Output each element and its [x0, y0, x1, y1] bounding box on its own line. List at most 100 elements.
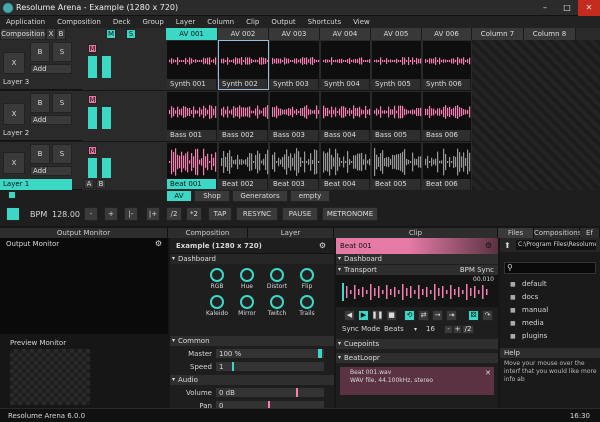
clip-slot[interactable]: Synth 004	[320, 40, 371, 90]
layer-2-m-button[interactable]: M	[88, 95, 97, 104]
deck-tab-shop[interactable]: Shop	[194, 190, 230, 202]
layer-3-add-dropdown[interactable]: Add	[30, 64, 72, 74]
volume-slider[interactable]: 0 dB	[216, 388, 324, 397]
clip-waveform[interactable]: 00.010	[336, 275, 498, 307]
menu-clip[interactable]: Clip	[240, 16, 265, 28]
bpm-half-button[interactable]: /2	[166, 207, 182, 221]
deck-tab-av[interactable]: AV	[166, 190, 192, 202]
jump-icon[interactable]: ↷	[482, 309, 493, 321]
close-window-button[interactable]: ✕	[578, 0, 600, 16]
composition-s-button[interactable]: S	[126, 29, 136, 39]
compositions-tab[interactable]: Compositions	[534, 228, 581, 238]
menu-deck[interactable]: Deck	[107, 16, 137, 28]
folder-item-manual[interactable]: ■ manual	[510, 304, 600, 317]
menu-layer[interactable]: Layer	[170, 16, 202, 28]
beats-value[interactable]: 16	[426, 325, 440, 333]
layer-3-name[interactable]: Layer 3	[3, 78, 29, 86]
folder-item-default[interactable]: ■ default	[510, 278, 600, 291]
menu-view[interactable]: View	[347, 16, 376, 28]
composition-dashboard-header[interactable]: Dashboard	[170, 254, 334, 264]
clip-slot[interactable]: Bass 006	[422, 91, 472, 141]
master-slider[interactable]: 100 %	[216, 349, 324, 358]
menu-application[interactable]: Application	[0, 16, 51, 28]
menu-composition[interactable]: Composition	[51, 16, 107, 28]
clip-slot[interactable]: Synth 001	[166, 40, 218, 90]
resync-button[interactable]: RESYNC	[236, 207, 278, 221]
beats-decrease-button[interactable]: -	[444, 324, 453, 334]
bpm-increase-button[interactable]: +	[104, 207, 118, 221]
files-tab[interactable]: Files	[498, 228, 534, 238]
clip-file-close-icon[interactable]: ✕	[485, 369, 491, 377]
layer-1-a-button[interactable]: A	[84, 179, 94, 189]
column-header-4[interactable]: AV 004	[320, 28, 371, 40]
composition-settings-gear-icon[interactable]: ⚙	[319, 241, 326, 250]
column-header-5[interactable]: AV 005	[371, 28, 422, 40]
play-forward-icon[interactable]: ▶	[358, 309, 369, 321]
clip-slot[interactable]: Synth 002	[218, 40, 269, 90]
menu-column[interactable]: Column	[201, 16, 240, 28]
clip-dashboard-header[interactable]: Dashboard	[336, 254, 498, 264]
clip-slot[interactable]: Bass 005	[371, 91, 422, 141]
clip-slot[interactable]: Beat 001	[166, 142, 218, 190]
column-header-8[interactable]: Column 8	[524, 28, 576, 40]
layer-1-add-dropdown[interactable]: Add	[30, 166, 72, 176]
knob-rgb[interactable]: RGB	[204, 268, 230, 293]
layer-2-bypass-button[interactable]: B	[30, 93, 50, 113]
play-once-icon[interactable]: →	[432, 309, 443, 321]
maximize-button[interactable]: □	[556, 0, 578, 16]
clip-slot[interactable]: Beat 006	[422, 142, 472, 190]
clip-slot[interactable]: Bass 004	[320, 91, 371, 141]
clip-slot[interactable]: Beat 002	[218, 142, 269, 190]
knob-trails[interactable]: Trails	[294, 295, 320, 320]
composition-button[interactable]: Composition	[0, 28, 46, 40]
layer-2-add-dropdown[interactable]: Add	[30, 115, 72, 125]
deck-tab-generators[interactable]: Generators	[232, 190, 288, 202]
stop-icon[interactable]: ■	[386, 309, 397, 321]
clip-slot[interactable]: Synth 003	[269, 40, 320, 90]
random-icon[interactable]: ⚄	[468, 309, 479, 321]
folder-item-docs[interactable]: ■ docs	[510, 291, 600, 304]
column-header-1[interactable]: AV 001	[166, 28, 218, 40]
pause-button[interactable]: PAUSE	[282, 207, 318, 221]
metronome-button[interactable]: METRONOME	[322, 207, 378, 221]
volume-slider-handle[interactable]	[296, 388, 298, 397]
folder-item-media[interactable]: ■ media	[510, 317, 600, 330]
layer-3-clear-button[interactable]: X	[3, 52, 25, 74]
knob-kaleido[interactable]: Kaleido	[204, 295, 230, 320]
clip-slot[interactable]: Bass 002	[218, 91, 269, 141]
sync-type-dropdown[interactable]: BPM Sync	[460, 265, 494, 275]
knob-twitch[interactable]: Twitch	[264, 295, 290, 320]
layer-1-solo-button[interactable]: S	[52, 144, 72, 164]
output-settings-gear-icon[interactable]: ⚙	[155, 239, 162, 248]
beats-increase-button[interactable]: +	[453, 324, 462, 334]
knob-mirror[interactable]: Mirror	[234, 295, 260, 320]
nudge-forward-icon[interactable]: |+	[146, 207, 160, 221]
composition-clear-button[interactable]: X	[46, 28, 56, 40]
folder-item-plugins[interactable]: ■ plugins	[510, 330, 600, 343]
nudge-back-icon[interactable]: |-	[124, 207, 138, 221]
pause-icon[interactable]: ❚❚	[372, 309, 383, 321]
layer-2-opacity-fader[interactable]	[88, 107, 97, 129]
menu-shortcuts[interactable]: Shortcuts	[302, 16, 347, 28]
clip-slot[interactable]: Beat 004	[320, 142, 371, 190]
speed-slider-handle[interactable]	[232, 362, 234, 371]
clip-slot[interactable]: Beat 003	[269, 142, 320, 190]
layer-1-name[interactable]: Layer 1	[0, 179, 72, 190]
layer-2-clear-button[interactable]: X	[3, 103, 25, 125]
column-header-6[interactable]: AV 006	[422, 28, 472, 40]
layer-2-solo-button[interactable]: S	[52, 93, 72, 113]
layer-1-m-button[interactable]: M	[88, 146, 97, 155]
layer-2-volume-fader[interactable]	[102, 107, 111, 129]
crossfader-icon[interactable]	[6, 207, 20, 221]
clip-slot[interactable]: Synth 006	[422, 40, 472, 90]
minimize-button[interactable]: –	[534, 0, 556, 16]
layer-3-bypass-button[interactable]: B	[30, 42, 50, 62]
beatloopr-header[interactable]: BeatLoopr	[336, 353, 498, 363]
layer-3-m-button[interactable]: M	[88, 44, 97, 53]
layer-3-solo-button[interactable]: S	[52, 42, 72, 62]
clip-slot[interactable]: Bass 003	[269, 91, 320, 141]
clip-slot[interactable]: Synth 005	[371, 40, 422, 90]
composition-tab[interactable]: Composition	[168, 228, 248, 238]
tap-button[interactable]: TAP	[208, 207, 232, 221]
column-header-3[interactable]: AV 003	[269, 28, 320, 40]
